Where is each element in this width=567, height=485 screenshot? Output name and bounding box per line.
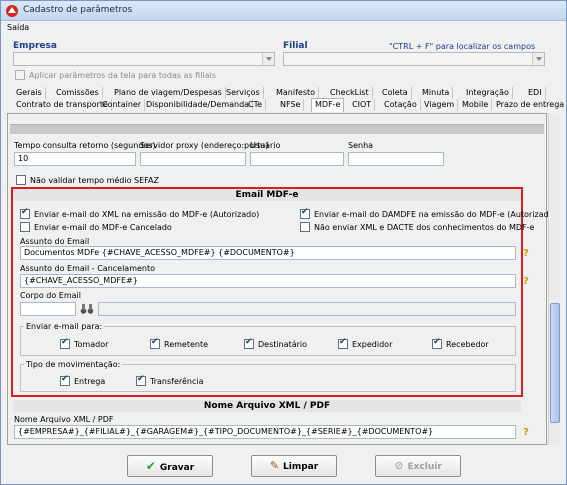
scrollbar-thumb[interactable]: [550, 303, 560, 423]
recipient-remetente-label: Remetente: [164, 340, 209, 349]
menu-bar: Saída: [1, 21, 566, 35]
mov-transferencia-checkbox[interactable]: [136, 374, 146, 386]
recipient-recebedor-label: Recebedor: [446, 340, 489, 349]
mov-entrega-checkbox[interactable]: [60, 374, 70, 386]
tab-minuta[interactable]: Minuta: [419, 87, 454, 99]
usuario-label: Usuário: [250, 141, 281, 150]
corpo-description: [98, 302, 516, 316]
clear-button[interactable]: ✎ Limpar: [251, 455, 337, 477]
corpo-input[interactable]: [20, 302, 76, 316]
brush-icon: ✎: [269, 459, 280, 472]
usuario-input[interactable]: [250, 152, 344, 166]
apply-all-label: Aplicar parâmetros da tela para todas as…: [29, 71, 216, 80]
tab-disponibilidade[interactable]: Disponibilidade/Demanda: [143, 99, 254, 111]
save-button[interactable]: ✔ Gravar: [127, 455, 213, 477]
enviar-para-label: Enviar e-mail para:: [24, 322, 105, 331]
tab-coleta[interactable]: Coleta: [379, 87, 412, 99]
tab-prazo-entrega[interactable]: Prazo de entrega: [493, 99, 567, 111]
filial-label: Filial: [283, 41, 308, 51]
mov-transferencia-label: Transferência: [150, 377, 204, 386]
opt-xml-checkbox[interactable]: [20, 207, 30, 219]
save-button-label: Gravar: [159, 463, 195, 473]
tab-contrato-transporte[interactable]: Contrato de transporte: [13, 99, 112, 111]
app-icon: [6, 5, 18, 17]
email-section-title: Email MDF-e: [13, 189, 521, 201]
senha-label: Senha: [348, 141, 374, 150]
tab-viagem[interactable]: Viagem: [421, 99, 459, 111]
assunto-cancel-input[interactable]: {#CHAVE_ACESSO_MDFE#}: [20, 274, 516, 288]
chevron-down-icon[interactable]: [532, 53, 544, 65]
recipient-remetente-checkbox[interactable]: [150, 337, 160, 349]
assunto-input[interactable]: Documentos MDFe {#CHAVE_ACESSO_MDFE#} {#…: [20, 246, 516, 260]
recipient-destinatario-label: Destinatário: [258, 340, 308, 349]
xml-section-title: Nome Arquivo XML / PDF: [13, 400, 521, 412]
panel-scrollbar[interactable]: [548, 113, 560, 445]
delete-button[interactable]: ⊘ Excluir: [375, 455, 461, 477]
delete-icon: ⊘: [394, 459, 404, 472]
tab-container[interactable]: Container: [99, 99, 146, 111]
tempo-input[interactable]: 10: [14, 152, 136, 166]
tipo-mov-label: Tipo de movimentação:: [24, 360, 123, 369]
clear-button-label: Limpar: [283, 462, 319, 472]
tab-servicos[interactable]: Serviços: [223, 87, 264, 99]
chevron-down-icon[interactable]: [262, 53, 274, 65]
nao-validar-label: Não validar tempo médio SEFAZ: [30, 176, 159, 185]
apply-all-checkbox[interactable]: [15, 70, 25, 80]
check-icon: ✔: [145, 459, 156, 473]
empresa-label: Empresa: [13, 41, 57, 51]
recipient-tomador-checkbox[interactable]: [60, 337, 70, 349]
shortcut-hint: "CTRL + F" para localizar os campos: [389, 42, 536, 51]
recipient-expedidor-label: Expedidor: [352, 340, 393, 349]
recipient-tomador-label: Tomador: [74, 340, 109, 349]
assunto-cancel-label: Assunto do Email - Cancelamento: [20, 264, 156, 273]
delete-button-label: Excluir: [407, 462, 442, 472]
tab-mobile[interactable]: Mobile: [459, 99, 493, 111]
corpo-label: Corpo do Email: [20, 291, 81, 300]
tab-gerais[interactable]: Gerais: [13, 87, 46, 99]
help-icon[interactable]: ?: [520, 276, 532, 288]
filial-select[interactable]: [283, 52, 545, 66]
mov-entrega-label: Entrega: [74, 377, 106, 386]
tab-ciot[interactable]: CIOT: [349, 99, 376, 111]
empresa-select[interactable]: [13, 52, 275, 66]
nao-validar-checkbox[interactable]: [16, 175, 26, 185]
tab-cte[interactable]: CTe: [245, 99, 267, 111]
senha-input[interactable]: [348, 152, 444, 166]
tab-cotacao[interactable]: Cotação: [381, 99, 421, 111]
assunto-label: Assunto do Email: [20, 237, 90, 246]
opt-damdfe-label: Enviar e-mail do DAMDFE na emissão do MD…: [314, 210, 557, 219]
tempo-label: Tempo consulta retorno (segundos): [14, 141, 156, 150]
title-bar: Cadastro de parâmetros: [1, 1, 566, 21]
opt-cancelado-checkbox[interactable]: [20, 222, 30, 232]
help-icon[interactable]: ?: [520, 427, 532, 439]
binoculars-icon[interactable]: [80, 303, 94, 315]
recipient-destinatario-checkbox[interactable]: [244, 337, 254, 349]
opt-cancelado-label: Enviar e-mail do MDF-e Cancelado: [34, 223, 172, 232]
xml-name-input[interactable]: {#EMPRESA#}_{#FILIAL#}_{#GARAGEM#}_{#TIP…: [14, 425, 516, 439]
window-title: Cadastro de parâmetros: [23, 5, 133, 15]
recipient-recebedor-checkbox[interactable]: [432, 337, 442, 349]
help-icon[interactable]: ?: [520, 248, 532, 260]
tab-mdfe[interactable]: MDF-e: [311, 98, 345, 112]
tab-edi[interactable]: EDI: [525, 87, 546, 99]
menu-saida[interactable]: Saída: [7, 23, 29, 32]
opt-xml-label: Enviar e-mail do XML na emissão do MDF-e…: [34, 210, 260, 219]
recipient-expedidor-checkbox[interactable]: [338, 337, 348, 349]
parameters-window: Cadastro de parâmetros Saída Empresa Fil…: [0, 0, 567, 485]
opt-nao-enviar-label: Não enviar XML e DACTE dos conhecimentos…: [314, 223, 535, 232]
panel-divider: [10, 124, 544, 134]
xml-name-label: Nome Arquivo XML / PDF: [14, 415, 114, 424]
proxy-input[interactable]: [140, 152, 246, 166]
opt-nao-enviar-checkbox[interactable]: [300, 222, 310, 232]
tab-plano-viagem[interactable]: Plano de viagem/Despesas: [111, 87, 226, 99]
tab-integracao[interactable]: Integração: [463, 87, 513, 99]
opt-damdfe-checkbox[interactable]: [300, 207, 310, 219]
tab-comissoes[interactable]: Comissões: [53, 87, 103, 99]
tab-nfse[interactable]: NFSe: [277, 99, 305, 111]
mdfe-panel: Tempo consulta retorno (segundos) Servid…: [7, 113, 557, 445]
